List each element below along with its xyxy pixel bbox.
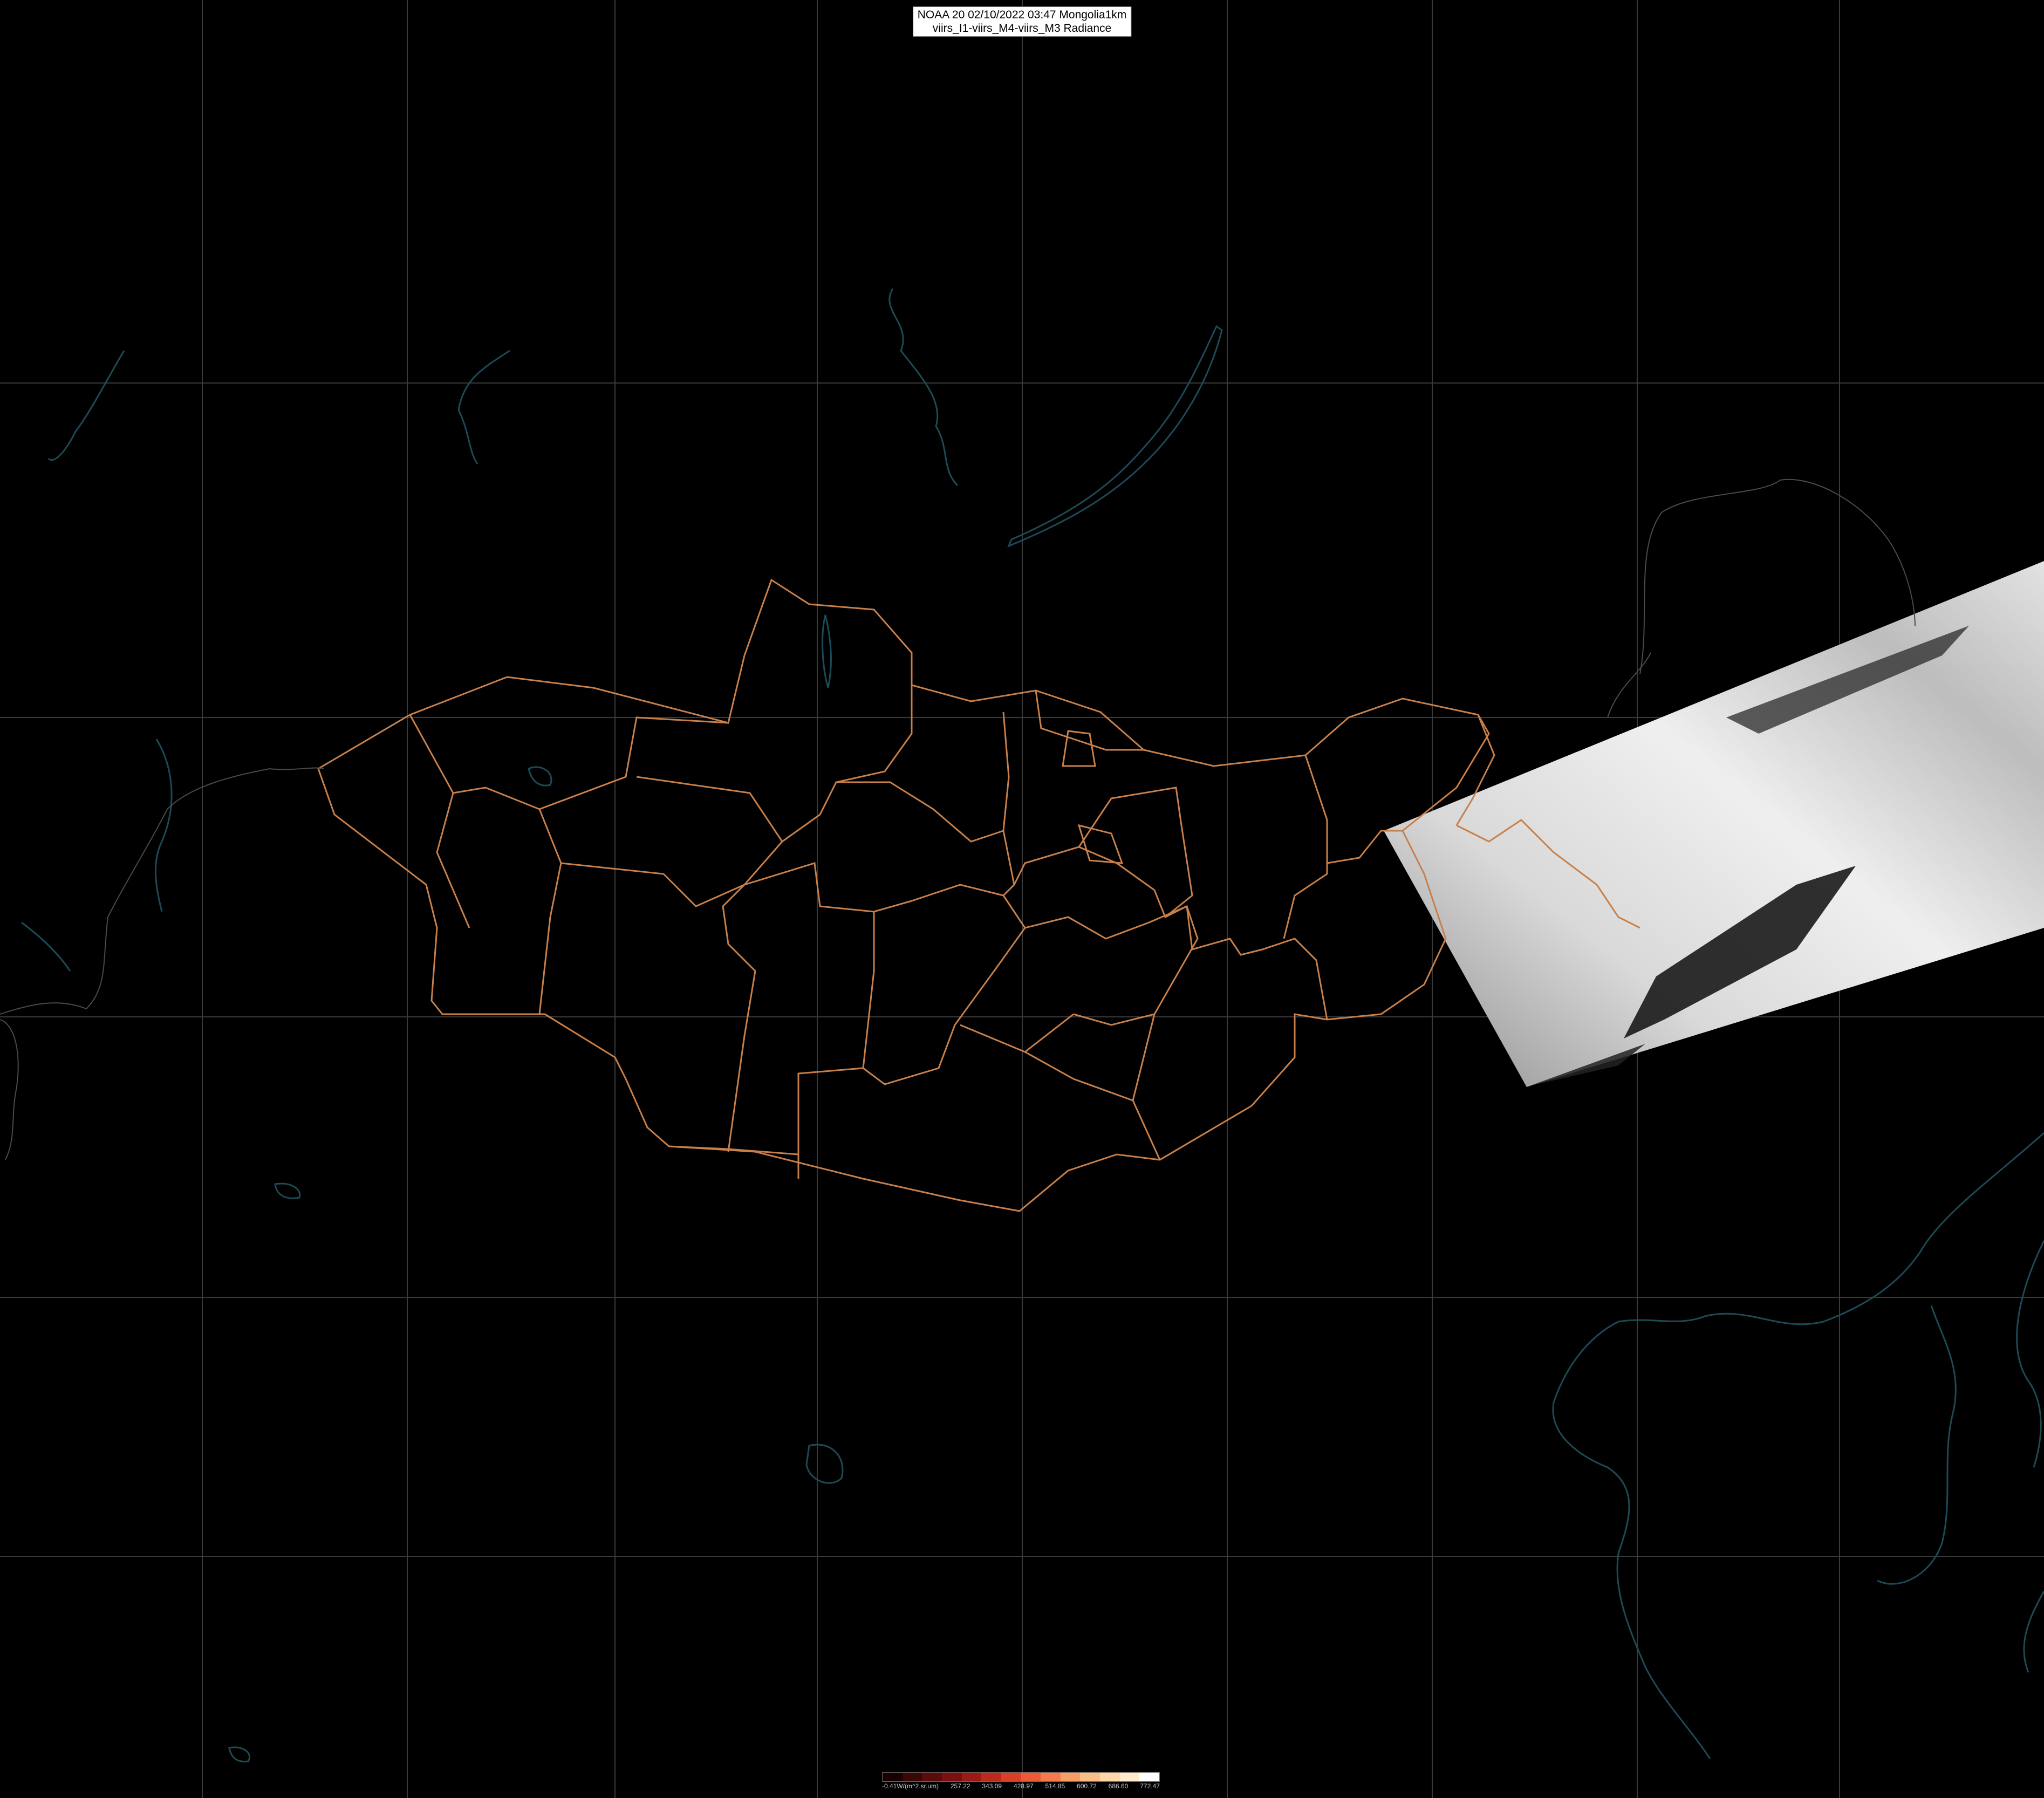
colorbar-gradient: [882, 1772, 1160, 1782]
colorbar-swatch: [1100, 1773, 1120, 1781]
title-line-2: viirs_I1-viirs_M4-viirs_M3 Radiance: [932, 22, 1112, 35]
colorbar-swatch: [1139, 1773, 1159, 1781]
colorbar-tick-label: 514.85: [1045, 1782, 1065, 1790]
colorbar-legend: -0.41W/(m^2.sr.um) 257.22 343.09 428.97 514.…: [882, 1772, 1160, 1790]
title-line-1: NOAA 20 02/10/2022 03:47 Mongolia1km: [917, 9, 1127, 21]
colorbar-tick-label: 686.60: [1108, 1782, 1129, 1790]
map-title: NOAA 20 02/10/2022 03:47 Mongolia1km vii…: [912, 6, 1132, 37]
colorbar-tick-label: 257.22: [950, 1782, 970, 1790]
colorbar-swatch: [883, 1773, 903, 1781]
colorbar-swatch: [1021, 1773, 1041, 1781]
colorbar-swatch: [922, 1773, 942, 1781]
colorbar-swatch: [961, 1773, 982, 1781]
colorbar-tick-label: 428.97: [1013, 1782, 1034, 1790]
satellite-map: [0, 0, 2044, 1798]
colorbar-swatch: [941, 1773, 962, 1781]
colorbar-swatch: [1080, 1773, 1100, 1781]
colorbar-tick-label: 343.09: [982, 1782, 1002, 1790]
colorbar-tick-label: 772.47: [1140, 1782, 1160, 1790]
colorbar-swatch: [1001, 1773, 1021, 1781]
colorbar-tick-label: -0.41W/(m^2.sr.um): [882, 1782, 939, 1790]
colorbar-swatch: [902, 1773, 922, 1781]
colorbar-swatch: [1041, 1773, 1061, 1781]
colorbar-swatch: [981, 1773, 1001, 1781]
colorbar-tick-label: 600.72: [1077, 1782, 1097, 1790]
colorbar-swatch: [1060, 1773, 1081, 1781]
colorbar-labels: -0.41W/(m^2.sr.um) 257.22 343.09 428.97 514.…: [882, 1782, 1160, 1790]
colorbar-swatch: [1119, 1773, 1140, 1781]
